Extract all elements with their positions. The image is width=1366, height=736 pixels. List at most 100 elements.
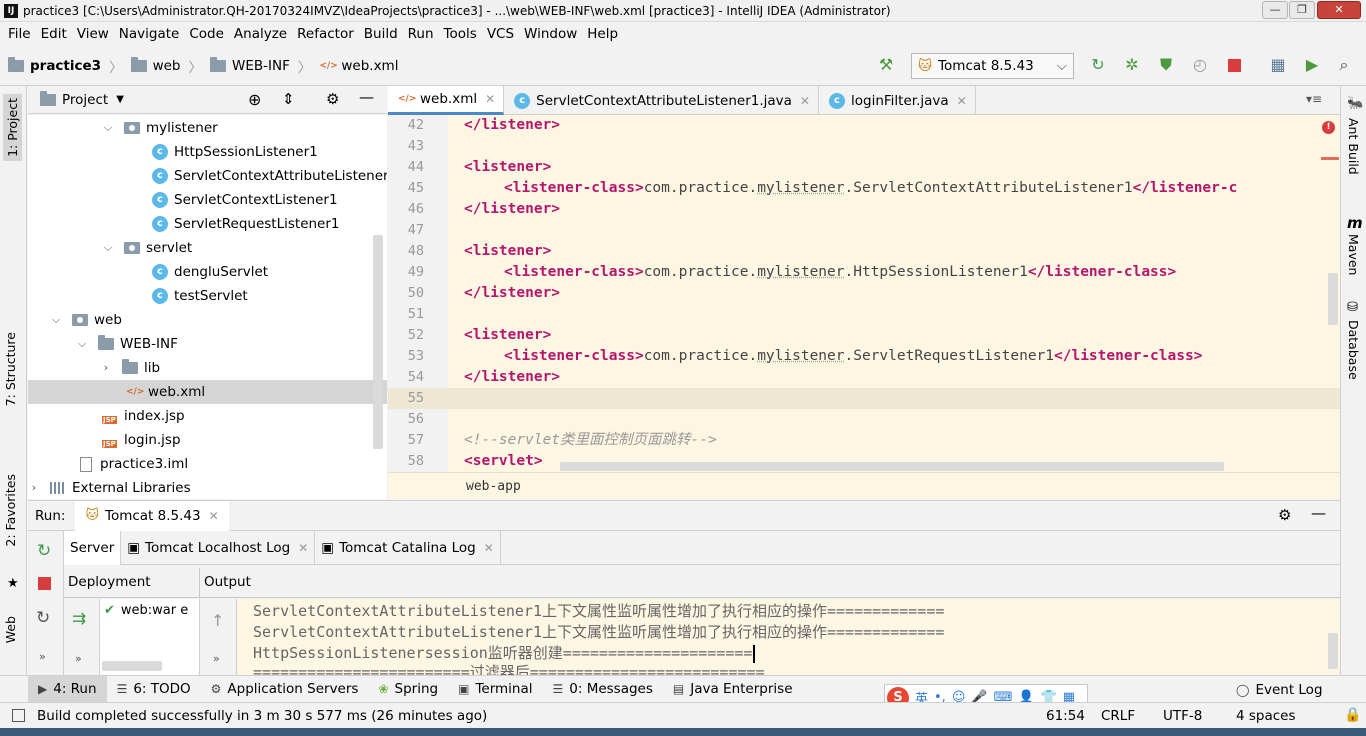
breadcrumb-file[interactable]: </> web.xml xyxy=(319,58,398,74)
tab-web[interactable]: Web xyxy=(3,616,18,643)
editor-horizontal-scrollbar[interactable] xyxy=(560,462,1224,471)
editor-vertical-scrollbar[interactable] xyxy=(1328,273,1338,325)
tab-ant-build[interactable]: Ant Build xyxy=(1346,118,1361,175)
tab-servletcontextattributelistener1[interactable]: c ServletContextAttributeListener1.java ✕ xyxy=(504,86,819,115)
close-tab-icon[interactable]: ✕ xyxy=(209,509,219,523)
scroll-up-icon[interactable]: ↑ xyxy=(211,611,224,630)
project-structure-icon[interactable]: ▦ xyxy=(1268,55,1288,75)
close-tab-icon[interactable]: ✕ xyxy=(957,94,967,108)
run-config-tab[interactable]: 🐱 Tomcat 8.5.43 ✕ xyxy=(75,500,229,531)
tab-favorites[interactable]: 2: Favorites xyxy=(3,474,18,547)
error-indicator-icon[interactable]: ! xyxy=(1322,121,1335,134)
project-panel-title[interactable]: Project xyxy=(62,92,108,108)
refresh-icon[interactable]: ↻ xyxy=(36,608,50,628)
menu-navigate[interactable]: Navigate xyxy=(115,26,184,42)
tree-item-mylistener[interactable]: ⌵ mylistener xyxy=(100,116,218,140)
debug-bug-icon[interactable]: ✲ xyxy=(1122,55,1142,75)
code-editor[interactable]: </listener> <listener> <listener-class>c… xyxy=(448,115,1340,472)
close-tab-icon[interactable]: ✕ xyxy=(800,94,810,108)
tree-item-webxml[interactable]: </> web.xml xyxy=(28,380,387,404)
breadcrumb-web[interactable]: web 〉 xyxy=(130,56,202,76)
tool-event-log[interactable]: ◯ Event Log xyxy=(1226,676,1333,703)
project-tree-scrollbar[interactable] xyxy=(373,235,383,449)
rerun-icon[interactable]: ↻ xyxy=(37,541,51,561)
tree-item-index-jsp[interactable]: index.jsp xyxy=(102,404,185,428)
tree-item-login-jsp[interactable]: login.jsp xyxy=(102,428,181,452)
tab-loginfilter[interactable]: c loginFilter.java ✕ xyxy=(819,86,976,115)
lock-icon[interactable]: 🔒 xyxy=(1344,707,1361,723)
error-stripe-marker[interactable] xyxy=(1321,157,1339,160)
close-tab-icon[interactable]: ✕ xyxy=(298,541,308,555)
tab-database[interactable]: Database xyxy=(1346,320,1361,380)
menu-analyze[interactable]: Analyze xyxy=(230,26,291,42)
menu-help[interactable]: Help xyxy=(583,26,622,42)
tree-item-webinf[interactable]: ⌵ WEB-INF xyxy=(74,332,178,356)
tool-application-servers[interactable]: ⚙ Application Servers xyxy=(201,676,369,703)
tree-item-ServletContextAttributeListener1[interactable]: c ServletContextAttributeListener1 xyxy=(152,164,387,188)
deployment-item[interactable]: ✔ web:war e xyxy=(104,603,188,618)
tab-tomcat-localhost-log[interactable]: ▣ Tomcat Localhost Log ✕ xyxy=(121,530,316,565)
locate-target-icon[interactable]: ⊕ xyxy=(248,90,261,109)
tab-web-xml[interactable]: </> web.xml ✕ xyxy=(388,86,505,115)
file-encoding[interactable]: UTF-8 xyxy=(1163,708,1202,724)
close-tab-icon[interactable]: ✕ xyxy=(484,541,494,555)
menu-tools[interactable]: Tools xyxy=(440,26,481,42)
tool-run[interactable]: ▶ 4: Run xyxy=(28,675,107,703)
deployment-scrollbar[interactable] xyxy=(102,661,162,671)
tree-item-practice3-iml[interactable]: practice3.iml xyxy=(80,452,188,476)
tree-item-external-libraries[interactable]: › External Libraries xyxy=(28,476,191,499)
close-window-button[interactable]: ✕ xyxy=(1317,1,1361,19)
tree-item-dengluServlet[interactable]: c dengluServlet xyxy=(152,260,268,284)
chevron-down-icon[interactable]: ▼ xyxy=(116,94,124,105)
tree-item-web[interactable]: ⌵ web xyxy=(48,308,122,332)
menu-edit[interactable]: Edit xyxy=(37,26,71,42)
tab-tomcat-catalina-log[interactable]: ▣ Tomcat Catalina Log ✕ xyxy=(315,530,501,565)
hide-panel-icon[interactable]: — xyxy=(1311,504,1326,522)
search-icon[interactable]: ⌕ xyxy=(1334,55,1354,75)
breadcrumb-webinf[interactable]: WEB-INF 〉 xyxy=(210,56,311,76)
more-icon[interactable]: » xyxy=(39,650,46,663)
minimize-button[interactable]: — xyxy=(1262,1,1288,19)
xml-breadcrumb[interactable]: web-app xyxy=(388,472,1340,499)
profiler-icon[interactable]: ◴ xyxy=(1190,55,1210,75)
rerun-icon[interactable]: ↻ xyxy=(1088,55,1108,75)
menu-build[interactable]: Build xyxy=(360,26,402,42)
stop-icon[interactable] xyxy=(1224,55,1244,75)
tool-todo[interactable]: ☰ 6: TODO xyxy=(107,676,201,703)
tab-project[interactable]: 1: Project xyxy=(3,94,22,161)
coverage-shield-icon[interactable]: ⛊ xyxy=(1156,55,1176,75)
caret-position[interactable]: 61:54 xyxy=(1046,708,1085,724)
run-configuration-select[interactable]: 🐱 Tomcat 8.5.43 ⌵ xyxy=(911,53,1074,79)
tree-item-servlet[interactable]: ⌵ servlet xyxy=(100,236,192,260)
stop-icon[interactable] xyxy=(38,577,51,590)
tab-maven[interactable]: Maven xyxy=(1346,234,1361,275)
close-tab-icon[interactable]: ✕ xyxy=(485,92,495,106)
tab-structure[interactable]: 7: Structure xyxy=(3,332,18,406)
tab-server[interactable]: Server xyxy=(64,530,122,565)
line-separator[interactable]: CRLF xyxy=(1101,708,1135,724)
collapse-all-icon[interactable]: ⇕ xyxy=(282,90,295,108)
tool-java-enterprise[interactable]: ▤ Java Enterprise xyxy=(663,676,803,703)
build-hammer-icon[interactable]: ⚒ xyxy=(876,55,896,75)
tool-messages[interactable]: ☰ 0: Messages xyxy=(543,676,663,703)
tool-terminal[interactable]: ▣ Terminal xyxy=(448,676,542,703)
status-message[interactable]: Build completed successfully in 3 m 30 s… xyxy=(37,708,487,724)
breadcrumb-project[interactable]: practice3 〉 xyxy=(8,56,123,76)
deploy-arrow-icon[interactable]: ⇉ xyxy=(72,609,86,629)
tree-item-testServlet[interactable]: c testServlet xyxy=(152,284,248,308)
tab-list-icon[interactable]: ▾≡ xyxy=(1306,92,1322,106)
gear-icon[interactable]: ⚙ xyxy=(326,90,339,108)
toggle-tool-windows-icon[interactable] xyxy=(12,709,25,722)
menu-view[interactable]: View xyxy=(73,26,113,42)
tool-spring[interactable]: ❀ Spring xyxy=(368,676,448,703)
indent-setting[interactable]: 4 spaces xyxy=(1236,708,1296,724)
gear-icon[interactable]: ⚙ xyxy=(1278,506,1291,524)
output-scrollbar[interactable] xyxy=(1328,633,1338,669)
hide-panel-icon[interactable]: — xyxy=(359,88,374,106)
terminal-run-icon[interactable]: ▶ xyxy=(1302,55,1322,75)
tree-item-ServletContextListener1[interactable]: c ServletContextListener1 xyxy=(152,188,338,212)
run-output-console[interactable]: ServletContextAttributeListener1上下文属性监听属… xyxy=(237,599,1340,675)
tree-item-ServletRequestListener1[interactable]: c ServletRequestListener1 xyxy=(152,212,340,236)
maximize-button[interactable]: ❐ xyxy=(1289,1,1315,19)
menu-code[interactable]: Code xyxy=(185,26,228,42)
